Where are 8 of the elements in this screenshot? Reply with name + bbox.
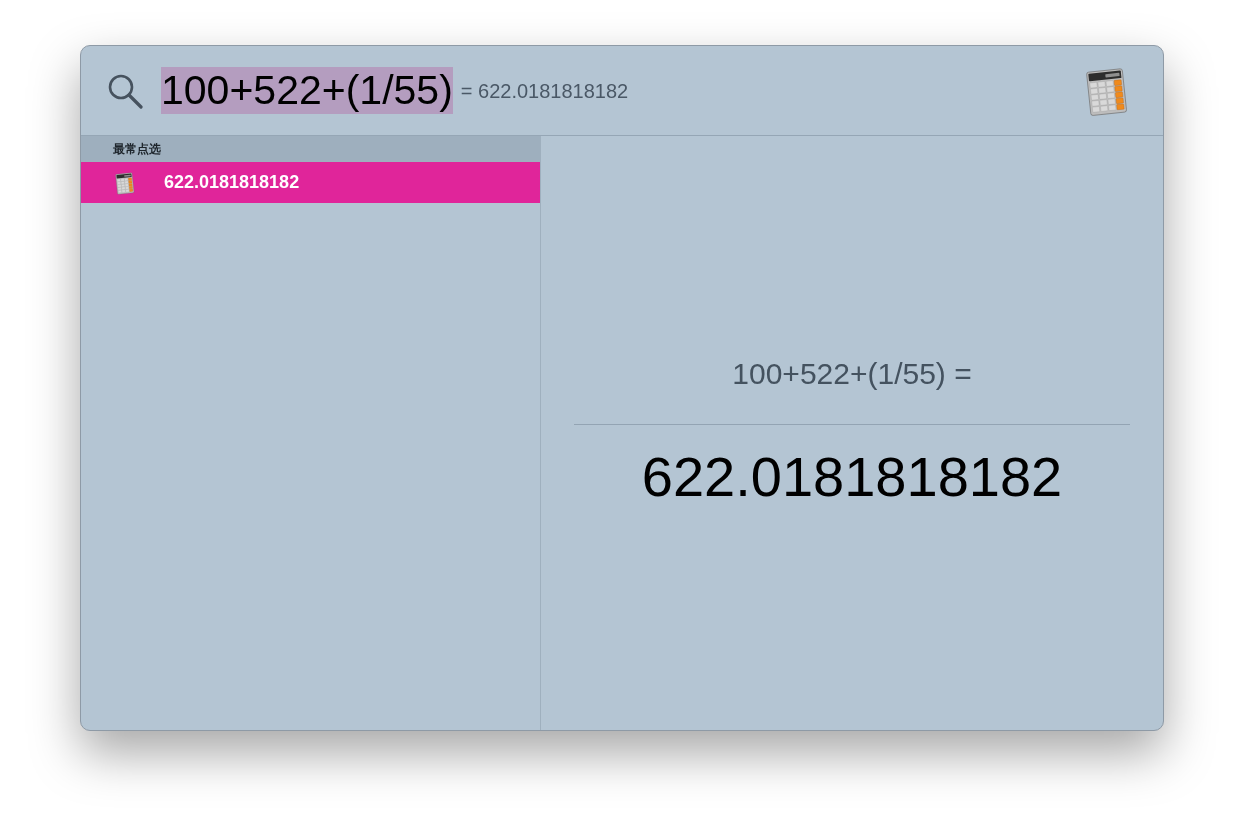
search-icon [107,72,143,109]
result-text: 622.0181818182 [641,445,1063,509]
section-title: 最常点选 [113,141,161,158]
expression-text: 100+522+(1/55) = [732,358,972,390]
result-item[interactable]: 622.0181818182 [81,162,540,203]
calculator-icon [115,170,135,195]
query-text: 100+522+(1/55) [161,67,453,114]
inline-result: = 622.0181818182 [460,78,629,104]
